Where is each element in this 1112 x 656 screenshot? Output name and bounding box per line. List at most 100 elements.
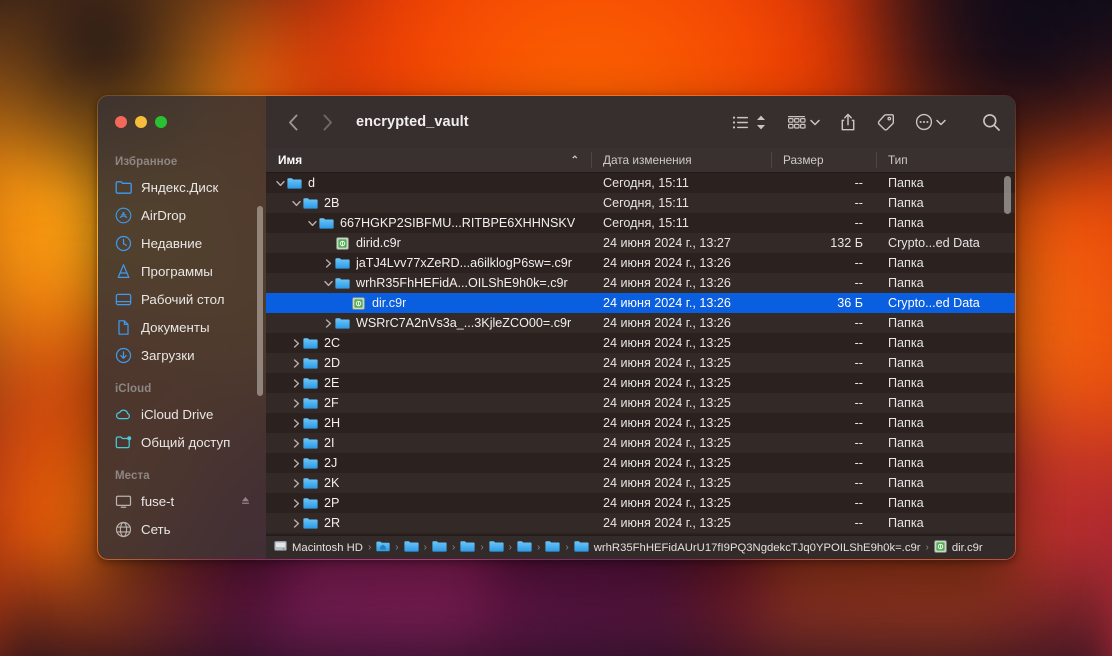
table-row[interactable]: d Сегодня, 15:11 -- Папка — [266, 173, 1015, 193]
path-bar-item[interactable]: Macintosh HD — [274, 540, 363, 555]
folder-icon — [460, 540, 475, 556]
close-button[interactable] — [115, 116, 127, 128]
file-name-cell[interactable]: 2J — [266, 456, 591, 470]
disclosure-triangle-icon[interactable] — [274, 179, 287, 188]
sidebar-item-fuse-t[interactable]: fuse-t — [106, 487, 258, 515]
column-header-name[interactable]: Имя ⌃ — [266, 148, 591, 172]
chevron-down-icon[interactable] — [810, 113, 820, 131]
sidebar-item-network[interactable]: Сеть — [106, 515, 258, 543]
table-row[interactable]: 2F 24 июня 2024 г., 13:25 -- Папка — [266, 393, 1015, 413]
file-name-cell[interactable]: 2R — [266, 516, 591, 530]
file-list[interactable]: d Сегодня, 15:11 -- Папка 2B Сегодня, 15:11 --… — [266, 173, 1015, 535]
table-row[interactable]: 2I 24 июня 2024 г., 13:25 -- Папка — [266, 433, 1015, 453]
folder-icon — [303, 356, 318, 370]
view-stepper-icon[interactable] — [755, 107, 767, 137]
forward-button[interactable] — [310, 107, 344, 137]
file-name-cell[interactable]: jaTJ4Lvv77xZeRD...a6ilklogP6sw=.c9r — [266, 256, 591, 270]
file-name-cell[interactable]: 2E — [266, 376, 591, 390]
file-list-scrollbar[interactable] — [1004, 176, 1011, 214]
table-row[interactable]: 2P 24 июня 2024 г., 13:25 -- Папка — [266, 493, 1015, 513]
disclosure-triangle-icon[interactable] — [306, 219, 319, 228]
table-row[interactable]: jaTJ4Lvv77xZeRD...a6ilklogP6sw=.c9r 24 ию… — [266, 253, 1015, 273]
disclosure-triangle-icon[interactable] — [290, 398, 303, 408]
path-bar-item[interactable] — [376, 540, 390, 556]
disclosure-triangle-icon[interactable] — [322, 258, 335, 268]
more-actions-icon[interactable] — [915, 107, 933, 137]
sidebar-item-airdrop[interactable]: AirDrop — [106, 201, 258, 229]
sidebar-item-downloads[interactable]: Загрузки — [106, 341, 258, 369]
table-row[interactable]: wrhR35FhHEFidA...OILShE9h0k=.c9r 24 июня … — [266, 273, 1015, 293]
column-header-date[interactable]: Дата изменения — [591, 148, 771, 172]
column-header-size[interactable]: Размер — [771, 148, 876, 172]
table-row[interactable]: 2J 24 июня 2024 г., 13:25 -- Папка — [266, 453, 1015, 473]
disclosure-triangle-icon[interactable] — [322, 279, 335, 288]
disclosure-triangle-icon[interactable] — [290, 418, 303, 428]
back-button[interactable] — [276, 107, 310, 137]
file-name-cell[interactable]: 2P — [266, 496, 591, 510]
file-name-cell[interactable]: dir.c9r — [266, 296, 591, 310]
table-row[interactable]: 2E 24 июня 2024 г., 13:25 -- Папка — [266, 373, 1015, 393]
disclosure-triangle-icon[interactable] — [290, 478, 303, 488]
sidebar-item-shared[interactable]: Общий доступ — [106, 428, 258, 456]
table-row[interactable]: 2D 24 июня 2024 г., 13:25 -- Папка — [266, 353, 1015, 373]
table-row[interactable]: WSRrC7A2nVs3a_...3KjleZCO00=.c9r 24 июня … — [266, 313, 1015, 333]
group-by-icon[interactable] — [787, 107, 807, 137]
disclosure-triangle-icon[interactable] — [290, 518, 303, 528]
table-row[interactable]: 2B Сегодня, 15:11 -- Папка — [266, 193, 1015, 213]
column-header-type[interactable]: Тип — [876, 148, 1015, 172]
file-name-cell[interactable]: 2C — [266, 336, 591, 350]
table-row[interactable]: 2C 24 июня 2024 г., 13:25 -- Папка — [266, 333, 1015, 353]
path-bar-item[interactable]: dir.c9r — [934, 539, 983, 556]
path-bar-item[interactable] — [489, 540, 504, 556]
file-name-cell[interactable]: 2B — [266, 196, 591, 210]
file-name-cell[interactable]: 2F — [266, 396, 591, 410]
table-row[interactable]: 2K 24 июня 2024 г., 13:25 -- Папка — [266, 473, 1015, 493]
list-view-icon[interactable] — [732, 107, 750, 137]
disclosure-triangle-icon[interactable] — [290, 438, 303, 448]
disclosure-triangle-icon[interactable] — [322, 318, 335, 328]
file-date-cell: 24 июня 2024 г., 13:25 — [603, 496, 731, 510]
sidebar-item-desktop[interactable]: Рабочий стол — [106, 285, 258, 313]
file-name-cell[interactable]: 2H — [266, 416, 591, 430]
sidebar-item-applications[interactable]: Программы — [106, 257, 258, 285]
table-row[interactable]: dir.c9r 24 июня 2024 г., 13:26 36 Б Crypto.… — [266, 293, 1015, 313]
eject-icon[interactable] — [240, 494, 251, 509]
zoom-button[interactable] — [155, 116, 167, 128]
table-row[interactable]: 667HGKP2SIBFMU...RITBPE6XHHNSKV Сегодня, … — [266, 213, 1015, 233]
table-row[interactable]: 2H 24 июня 2024 г., 13:25 -- Папка — [266, 413, 1015, 433]
disclosure-triangle-icon[interactable] — [290, 458, 303, 468]
search-icon[interactable] — [982, 107, 1001, 137]
file-size-cell: -- — [854, 336, 863, 350]
tag-icon[interactable] — [876, 107, 895, 137]
disclosure-triangle-icon[interactable] — [290, 378, 303, 388]
path-bar-item[interactable] — [545, 540, 560, 556]
disclosure-triangle-icon[interactable] — [290, 338, 303, 348]
file-size-cell: -- — [854, 456, 863, 470]
disclosure-triangle-icon[interactable] — [290, 358, 303, 368]
file-name-cell[interactable]: WSRrC7A2nVs3a_...3KjleZCO00=.c9r — [266, 316, 591, 330]
sidebar-item-icloud-drive[interactable]: iCloud Drive — [106, 400, 258, 428]
file-name-cell[interactable]: 2K — [266, 476, 591, 490]
file-name-cell[interactable]: 2D — [266, 356, 591, 370]
path-bar-item[interactable] — [517, 540, 532, 556]
share-icon[interactable] — [840, 107, 856, 137]
table-row[interactable]: 2R 24 июня 2024 г., 13:25 -- Папка — [266, 513, 1015, 533]
path-bar-item[interactable] — [460, 540, 475, 556]
file-name-cell[interactable]: d — [266, 176, 591, 190]
file-name-cell[interactable]: dirid.c9r — [266, 236, 591, 250]
sidebar-item-recents[interactable]: Недавние — [106, 229, 258, 257]
minimize-button[interactable] — [135, 116, 147, 128]
file-name-cell[interactable]: 667HGKP2SIBFMU...RITBPE6XHHNSKV — [266, 216, 591, 230]
chevron-down-icon[interactable] — [936, 113, 946, 131]
sidebar-item-yandex-disk[interactable]: Яндекс.Диск — [106, 173, 258, 201]
sidebar-scrollbar[interactable] — [257, 206, 263, 396]
file-name-cell[interactable]: 2I — [266, 436, 591, 450]
path-bar-item[interactable]: wrhR35FhHEFidAUrU17fI9PQ3NgdekcTJq0YPOIL… — [574, 540, 921, 556]
path-bar-item[interactable] — [432, 540, 447, 556]
sidebar-item-documents[interactable]: Документы — [106, 313, 258, 341]
file-name-cell[interactable]: wrhR35FhHEFidA...OILShE9h0k=.c9r — [266, 276, 591, 290]
disclosure-triangle-icon[interactable] — [290, 498, 303, 508]
table-row[interactable]: dirid.c9r 24 июня 2024 г., 13:27 132 Б Cryp… — [266, 233, 1015, 253]
disclosure-triangle-icon[interactable] — [290, 199, 303, 208]
path-bar-item[interactable] — [404, 540, 419, 556]
